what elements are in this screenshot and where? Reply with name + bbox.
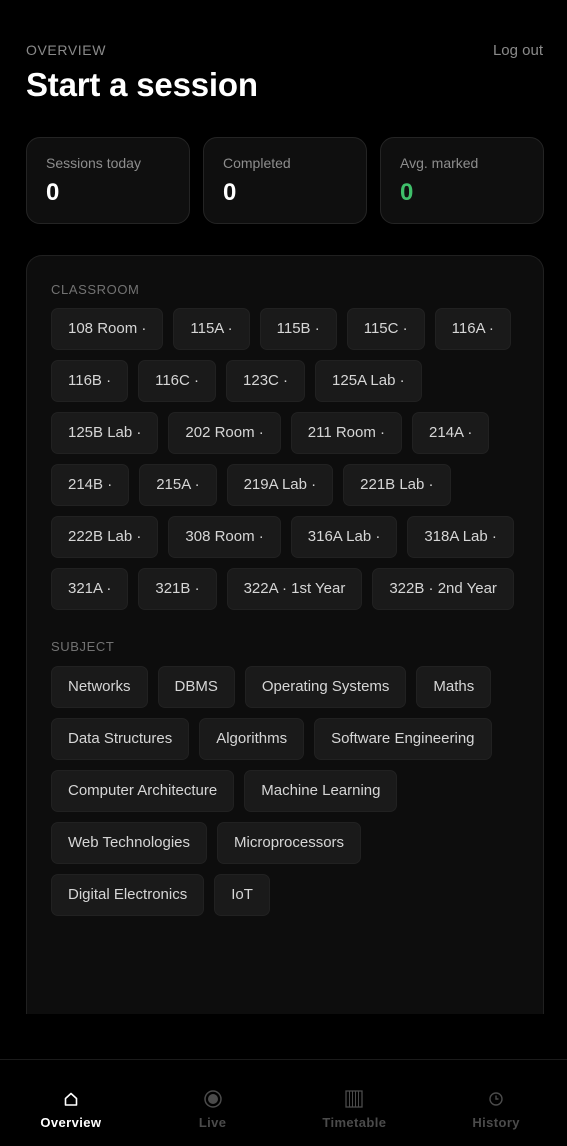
stat-card-completed: Completed 0 [203,137,367,224]
subject-chip[interactable]: Networks [51,666,148,708]
stat-card-sessions-today: Sessions today 0 [26,137,190,224]
classroom-chip[interactable]: 116C · [138,360,217,402]
stat-value: 0 [400,179,414,206]
classroom-chip[interactable]: 115B · [259,308,337,350]
classroom-chip[interactable]: 316A Lab · [290,516,398,558]
classroom-chip[interactable]: 222B Lab · [51,516,159,558]
subject-chip[interactable]: Software Engineering [314,718,492,760]
subject-chip[interactable]: IoT [214,874,270,916]
stat-card-avg-marked: Avg. marked 0 [380,137,544,224]
subject-chip[interactable]: Data Structures [51,718,190,760]
classroom-chip[interactable]: 115A · [173,308,250,350]
header: OVERVIEW Log out Start a session [26,42,543,104]
subject-chip-list: Networks DBMS Operating Systems Maths Data S… [51,666,521,916]
tab-label: Overview [40,1115,102,1130]
classroom-chip[interactable]: 115C · [346,308,425,350]
home-icon [59,1087,83,1111]
stats-row: Sessions today 0 Completed 0 Avg. marked… [26,137,544,224]
stat-label: Avg. marked [400,155,479,171]
classroom-chip[interactable]: 116A · [434,308,511,350]
stat-label: Sessions today [46,155,141,171]
stat-value: 0 [46,179,60,206]
subject-chip[interactable]: Machine Learning [244,770,398,812]
subject-chip[interactable]: Computer Architecture [51,770,235,812]
stat-label: Completed [223,155,291,171]
subject-chip[interactable]: DBMS [157,666,235,708]
record-icon [201,1087,225,1111]
classroom-chip[interactable]: 322A · 1st Year [226,568,363,610]
classroom-chip[interactable]: 214B · [51,464,130,506]
classroom-chip[interactable]: 108 Room · [51,308,164,350]
subject-chip[interactable]: Digital Electronics [51,874,205,916]
classroom-chip-list: 108 Room · 115A · 115B · 115C · 116A · 116B ·… [51,308,521,610]
classroom-chip[interactable]: 202 Room · [168,412,281,454]
subject-chip[interactable]: Operating Systems [244,666,407,708]
app-screen: OVERVIEW Log out Start a session Session… [0,0,567,1146]
page-title: Start a session [26,66,258,103]
subject-section-label: SUBJECT [51,639,115,654]
classroom-section-label: CLASSROOM [51,282,140,297]
session-picker-panel: CLASSROOM 108 Room · 115A · 115B · 115C · 11… [26,255,544,1014]
classroom-chip[interactable]: 321A · [51,568,129,610]
subject-chip[interactable]: Algorithms [199,718,305,760]
tab-live[interactable]: Live [142,1060,284,1146]
classroom-chip[interactable]: 308 Room · [168,516,281,558]
grid-icon [342,1087,366,1111]
tab-label: History [472,1115,520,1130]
subject-chip[interactable]: Maths [416,666,492,708]
tab-timetable[interactable]: Timetable [284,1060,426,1146]
classroom-chip[interactable]: 219A Lab · [226,464,334,506]
classroom-chip[interactable]: 123C · [226,360,306,402]
tab-label: Timetable [322,1115,387,1130]
classroom-chip[interactable]: 321B · [138,568,217,610]
clock-icon [484,1087,508,1111]
tab-overview[interactable]: Overview [0,1060,142,1146]
classroom-chip[interactable]: 215A · [139,464,217,506]
tab-history[interactable]: History [425,1060,567,1146]
classroom-chip[interactable]: 211 Room · [290,412,403,454]
classroom-chip[interactable]: 214A · [412,412,490,454]
logout-button[interactable]: Log out [493,42,543,59]
tab-label: Live [198,1115,227,1130]
classroom-chip[interactable]: 116B · [51,360,129,402]
subject-chip[interactable]: Web Technologies [51,822,208,864]
classroom-chip[interactable]: 221B Lab · [343,464,451,506]
classroom-chip[interactable]: 322B · 2nd Year [372,568,514,610]
classroom-chip[interactable]: 125B Lab · [51,412,159,454]
eyebrow-label: OVERVIEW [26,42,107,58]
stat-value: 0 [223,179,237,206]
classroom-chip[interactable]: 318A Lab · [407,516,514,558]
classroom-chip[interactable]: 125A Lab · [315,360,422,402]
bottom-tab-bar: Overview Live Timetable History [0,1059,567,1146]
subject-chip[interactable]: Microprocessors [217,822,362,864]
